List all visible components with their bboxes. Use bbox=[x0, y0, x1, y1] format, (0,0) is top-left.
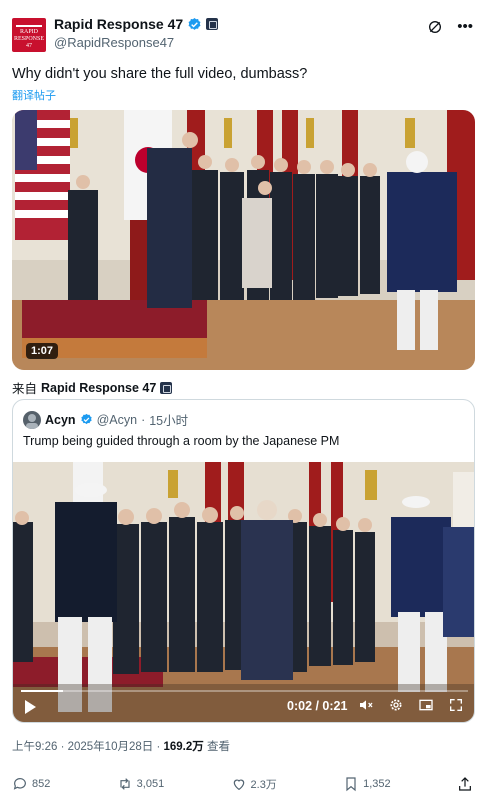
repost-icon bbox=[120, 778, 130, 790]
quoted-separator: · bbox=[141, 412, 146, 427]
verified-badge-icon bbox=[188, 17, 201, 30]
verified-badge-icon bbox=[80, 413, 92, 425]
reply-icon bbox=[13, 778, 26, 790]
quoted-tweet-text: Trump being guided through a room by the… bbox=[23, 434, 340, 448]
video-thumbnail bbox=[12, 110, 475, 370]
action-bar: 852 3,051 2.3万 1,352 bbox=[12, 776, 473, 792]
quoted-tweet-header: Acyn @Acyn · 15小时 bbox=[23, 410, 188, 429]
video-duration: 1:07 bbox=[26, 343, 59, 359]
view-count: 169.2万 bbox=[163, 741, 204, 753]
bookmark-button[interactable]: 1,352 bbox=[343, 776, 391, 792]
settings-icon[interactable] bbox=[388, 697, 404, 713]
more-icon[interactable]: ••• bbox=[457, 18, 473, 35]
share-button[interactable] bbox=[457, 776, 473, 792]
tweet-video[interactable]: 1:07 bbox=[12, 110, 475, 370]
video-control-icons bbox=[358, 697, 464, 713]
repost-count: 3,051 bbox=[136, 778, 165, 790]
quoted-video-frame bbox=[13, 462, 474, 722]
header-icons: ••• bbox=[427, 18, 473, 35]
from-prefix: 来自 bbox=[12, 382, 38, 396]
from-name[interactable]: Rapid Response 47 bbox=[41, 381, 156, 395]
views-label: 查看 bbox=[203, 741, 230, 753]
bookmark-count: 1,352 bbox=[363, 778, 391, 790]
author-avatar[interactable]: RAPID RESPONSE 47 bbox=[12, 18, 46, 52]
quoted-author-handle: @Acyn bbox=[96, 412, 138, 427]
grok-icon[interactable] bbox=[427, 19, 443, 35]
quoted-video[interactable]: 0:02 / 0:21 bbox=[13, 462, 474, 722]
share-icon bbox=[459, 777, 471, 791]
fullscreen-icon[interactable] bbox=[448, 697, 464, 713]
video-time: 0:02 / 0:21 bbox=[287, 699, 348, 713]
video-controls: 0:02 / 0:21 bbox=[13, 686, 474, 722]
heart-icon bbox=[233, 779, 244, 791]
reply-button[interactable]: 852 bbox=[12, 776, 50, 792]
quoted-tweet[interactable]: Acyn @Acyn · 15小时 Trump being guided thr… bbox=[12, 399, 475, 723]
tweet-text: Why didn't you share the full video, dum… bbox=[12, 66, 308, 82]
play-icon[interactable] bbox=[25, 700, 36, 714]
from-attribution: 来自 Rapid Response 47 bbox=[12, 378, 173, 397]
affiliation-badge-icon bbox=[160, 381, 173, 394]
repost-button[interactable]: 3,051 bbox=[117, 776, 165, 792]
author-handle[interactable]: @RapidResponse47 bbox=[54, 35, 174, 50]
video-progress-bar[interactable] bbox=[21, 690, 468, 692]
bookmark-icon bbox=[346, 777, 356, 792]
tweet-header: RAPID RESPONSE 47 Rapid Response 47 @Rap… bbox=[12, 14, 473, 54]
like-count: 2.3万 bbox=[250, 779, 277, 791]
post-timestamp[interactable]: 上午9:26 · 2025年10月28日 · bbox=[12, 741, 164, 753]
affiliation-badge-icon bbox=[206, 18, 219, 30]
picture-in-picture-icon[interactable] bbox=[418, 697, 434, 713]
mute-icon[interactable] bbox=[358, 697, 374, 713]
avatar-logo-text: RAPID RESPONSE 47 bbox=[13, 29, 44, 49]
quoted-timestamp: 15小时 bbox=[149, 414, 189, 428]
reply-count: 852 bbox=[32, 778, 51, 790]
video-progress-fill bbox=[21, 690, 64, 692]
translate-post-link[interactable]: 翻译帖子 bbox=[12, 87, 56, 103]
like-button[interactable]: 2.3万 bbox=[231, 776, 277, 792]
author-name-row: Rapid Response 47 bbox=[54, 16, 219, 32]
quoted-author-name[interactable]: Acyn bbox=[45, 413, 76, 427]
author-name[interactable]: Rapid Response 47 bbox=[54, 16, 183, 32]
quoted-author-avatar[interactable] bbox=[23, 410, 41, 429]
tweet-meta: 上午9:26 · 2025年10月28日 · 169.2万 查看 bbox=[12, 738, 230, 754]
